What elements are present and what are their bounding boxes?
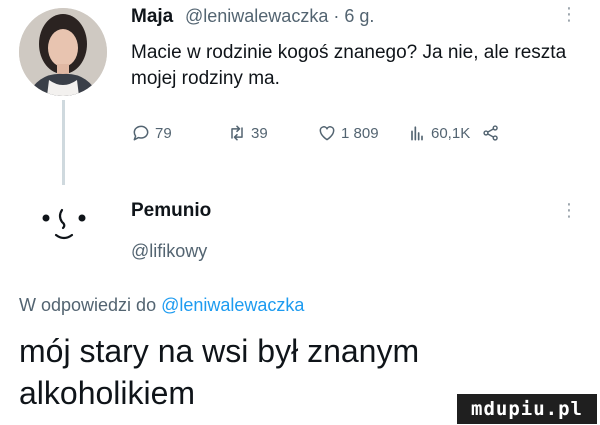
share-icon — [483, 125, 498, 141]
retweet-button[interactable]: 39 — [227, 123, 268, 143]
reply-prefix: W odpowiedzi do — [19, 295, 162, 315]
like-button[interactable]: 1 809 — [317, 123, 379, 143]
retweet-count: 39 — [251, 124, 268, 142]
author-name[interactable]: Pemunio — [131, 200, 211, 222]
reply-mention-link[interactable]: @leniwalewaczka — [161, 295, 304, 315]
thread-line — [62, 100, 65, 185]
retweet-icon — [231, 125, 243, 141]
author-name[interactable]: Maja — [131, 6, 173, 28]
avatar-pemunio[interactable] — [36, 204, 92, 244]
heart-icon — [319, 126, 335, 141]
replying-to: W odpowiedzi do @leniwalewaczka — [19, 295, 304, 316]
share-button[interactable] — [481, 123, 501, 143]
author-handle[interactable]: @lifikowy — [131, 241, 207, 262]
author-handle-timestamp[interactable]: @leniwalewaczka · 6 g. — [185, 6, 374, 27]
avatar-maja[interactable] — [19, 8, 107, 96]
views-count: 60,1K — [431, 124, 471, 142]
more-options-icon[interactable]: ⋮ — [560, 200, 578, 221]
views-button[interactable]: 60,1K — [407, 123, 470, 143]
face-emoticon-icon — [42, 208, 86, 240]
more-options-icon[interactable]: ⋮ — [560, 4, 578, 25]
tweet-text: Macie w rodzinie kogoś znanego? Ja nie, … — [131, 42, 567, 89]
reply-button[interactable]: 79 — [131, 123, 172, 143]
bar-chart-icon — [411, 126, 423, 141]
avatar-portrait-icon — [19, 8, 107, 96]
reply-count: 79 — [155, 124, 172, 142]
like-count: 1 809 — [341, 124, 379, 142]
watermark-logo: mdupiu.pl — [457, 394, 597, 424]
reply-icon — [133, 125, 149, 141]
